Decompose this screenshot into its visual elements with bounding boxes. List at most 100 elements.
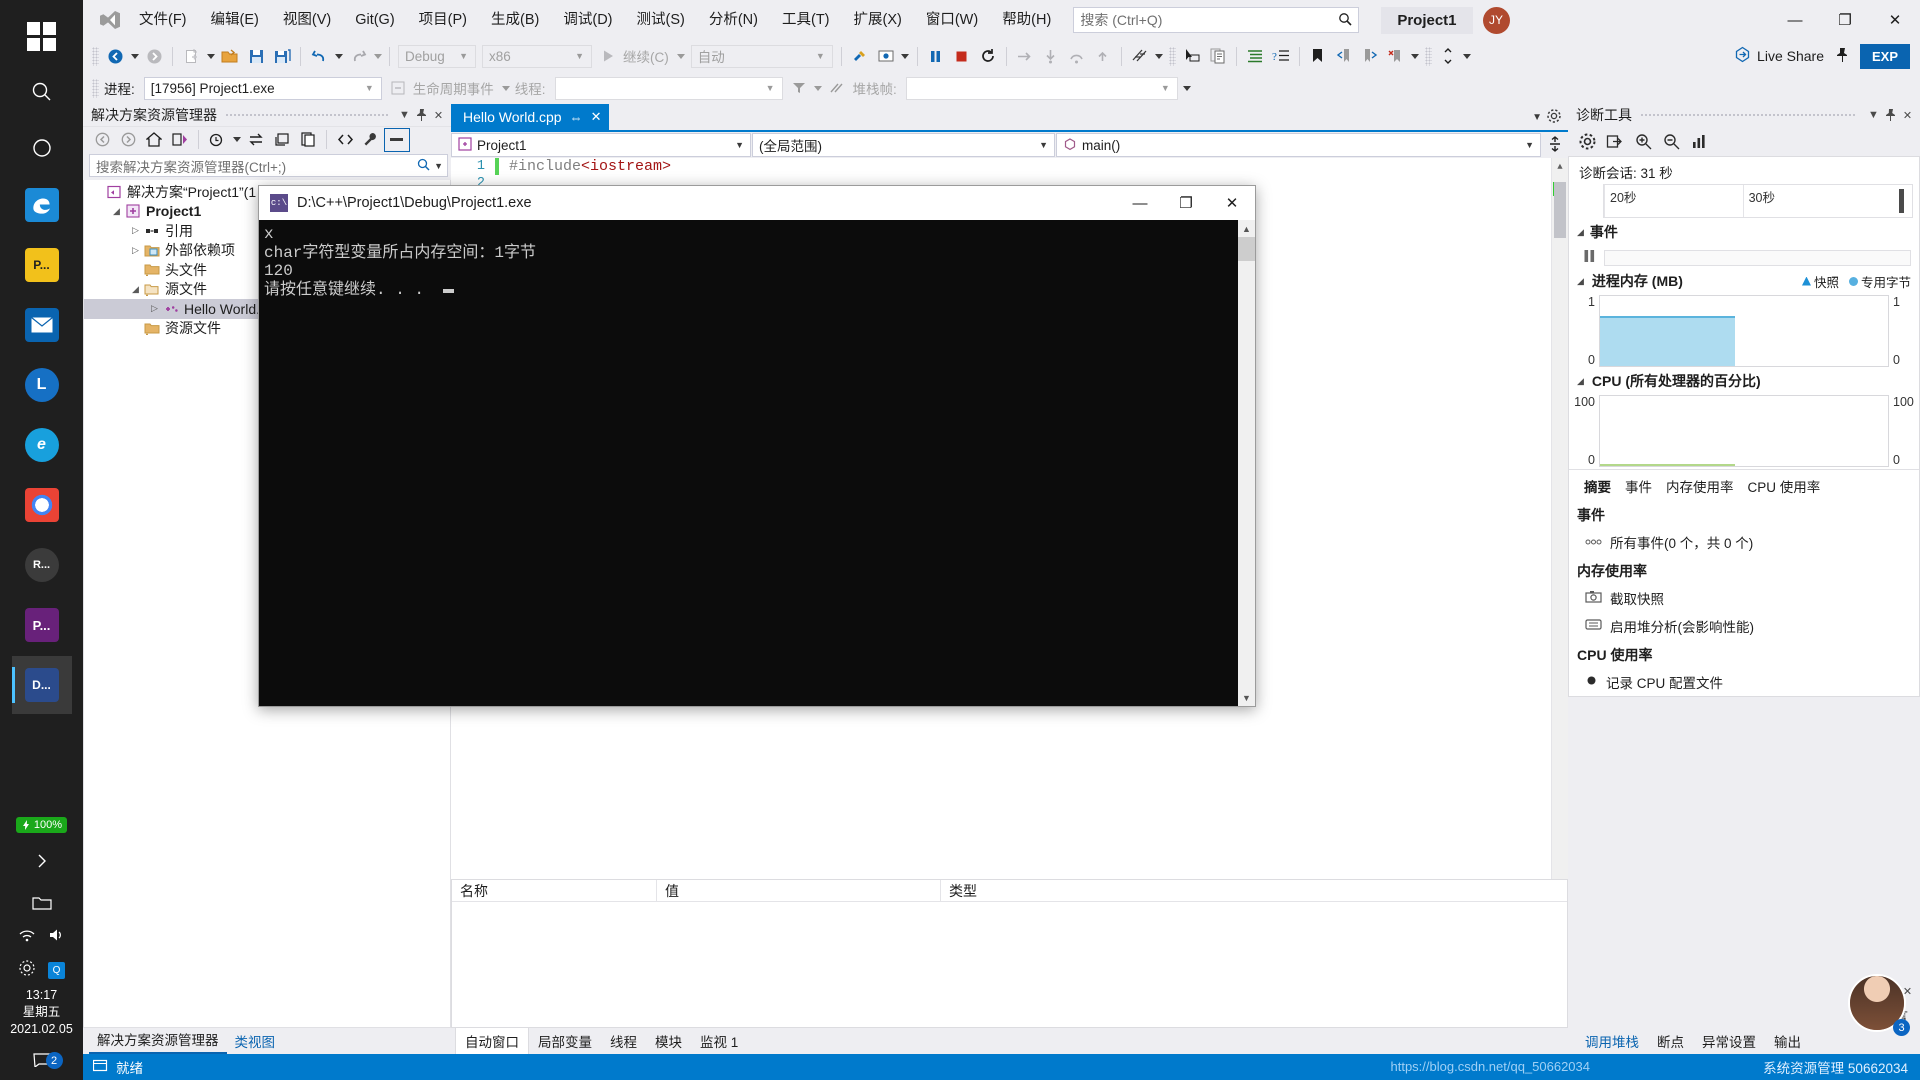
expand-collapse-icon[interactable] [1435,44,1461,68]
toolbar-grip[interactable] [1168,46,1176,66]
wifi-icon[interactable] [18,928,36,946]
chevron-right-icon[interactable] [14,833,70,889]
menu-item-extensions[interactable]: 扩展(X) [842,0,914,40]
tree-expander-icon[interactable]: ▷ [147,303,162,314]
tree-expander-icon[interactable]: ◢ [128,284,143,295]
tab-autos[interactable]: 自动窗口 [455,1027,529,1054]
search-icon[interactable] [1338,12,1352,29]
tab-locals[interactable]: 局部变量 [529,1028,601,1054]
cortana-icon[interactable] [14,120,70,176]
taskbar-app-edge[interactable] [12,176,72,234]
diff-icon[interactable] [1127,44,1153,68]
chevron-down-icon[interactable]: ▼ [1532,112,1542,123]
console-titlebar[interactable]: c:\ D:\C++\Project1\Debug\Project1.exe —… [259,186,1255,220]
tab-call-stack[interactable]: 调用堆栈 [1576,1028,1648,1054]
search-icon[interactable] [14,64,70,120]
scroll-up-arrow-icon[interactable]: ▲ [1238,220,1255,237]
diagnostics-timeline[interactable]: 20秒 30秒 [1603,184,1913,218]
onedrive-icon[interactable]: Q [48,961,65,979]
save-all-icon[interactable] [269,44,295,68]
step-into-icon[interactable] [1038,44,1064,68]
gear-icon[interactable] [1546,108,1562,127]
tab-modules[interactable]: 模块 [646,1028,691,1054]
collapse-all-icon[interactable] [269,128,295,152]
tree-expander-icon[interactable]: ◢ [109,206,124,217]
debug-target-combo[interactable]: 自动 ▼ [690,44,833,68]
filter-threads-icon[interactable] [786,76,812,100]
toolbar-overflow-icon[interactable] [1181,76,1194,100]
pending-changes-icon[interactable] [204,128,230,152]
clear-bookmarks-icon[interactable] [1383,44,1409,68]
menu-item-file[interactable]: 文件(F) [127,0,199,40]
menu-item-git[interactable]: Git(G) [343,0,406,40]
pane-drag-dots[interactable] [1640,104,1857,126]
show-all-files-icon[interactable] [384,127,410,152]
diff-dropdown-icon[interactable] [1153,44,1166,68]
navigate-back-icon[interactable] [102,44,128,68]
taskbar-app-pycharm[interactable]: P... [12,236,72,294]
split-editor-icon[interactable] [1542,132,1568,156]
tree-expander-icon[interactable]: ▷ [128,245,143,256]
close-button[interactable]: ✕ [1870,0,1920,40]
preview-dropdown-icon[interactable] [899,44,912,68]
lifecycle-events-icon[interactable] [385,76,411,100]
forward-icon[interactable] [115,128,141,152]
new-project-dropdown-icon[interactable] [204,44,217,68]
flatten-frames-icon[interactable] [825,76,851,100]
tab-class-view[interactable]: 类视图 [227,1028,284,1054]
console-scrollbar-thumb[interactable] [1238,237,1255,261]
previous-bookmark-icon[interactable] [1331,44,1357,68]
cpu-section-header[interactable]: ◢ CPU (所有处理器的百分比) [1569,369,1919,393]
zoom-in-icon[interactable] [1630,129,1656,153]
tab-output[interactable]: 输出 [1765,1028,1810,1054]
filter-dropdown-icon[interactable] [812,76,825,100]
pane-drag-dots[interactable] [225,104,388,126]
preview-icon[interactable] [873,44,899,68]
undo-dropdown-icon[interactable] [332,44,345,68]
menu-item-analyze[interactable]: 分析(N) [697,0,770,40]
toolbar-grip[interactable] [92,78,99,98]
menu-item-help[interactable]: 帮助(H) [990,0,1063,40]
tab-watch-1[interactable]: 监视 1 [691,1028,747,1054]
tab-breakpoints[interactable]: 断点 [1648,1028,1693,1054]
solution-explorer-search-input[interactable]: 搜索解决方案资源管理器(Ctrl+;) ▼ [89,154,448,177]
pin-icon[interactable]: ⇔ [570,110,583,125]
restart-icon[interactable] [975,44,1001,68]
action-center-icon[interactable]: 2 [14,1044,70,1074]
chevron-down-icon[interactable]: ▼ [1865,105,1882,125]
chevron-down-icon[interactable]: ▼ [430,161,443,171]
console-maximize-button[interactable]: ❐ [1163,186,1209,220]
menu-item-edit[interactable]: 编辑(E) [199,0,271,40]
stackframe-combo[interactable]: ▼ [905,76,1178,100]
scroll-up-arrow-icon[interactable]: ▲ [1552,158,1568,175]
search-icon[interactable] [417,158,430,174]
scrollbar-thumb[interactable] [1554,182,1566,238]
pin-icon[interactable] [413,105,430,125]
minimize-button[interactable]: — [1770,0,1820,40]
taskbar-app-lync[interactable]: L [12,356,72,414]
toolbar-grip[interactable] [92,46,99,66]
taskbar-app-ie[interactable]: e [12,416,72,474]
console-scroll-track[interactable] [1238,261,1255,689]
quick-search-input[interactable]: 搜索 (Ctrl+Q) [1073,7,1360,33]
autos-grid[interactable]: 名称 值 类型 [451,879,1568,1028]
process-combo[interactable]: [17956] Project1.exe ▼ [143,76,382,100]
show-next-statement-icon[interactable] [1012,44,1038,68]
start-button[interactable] [14,8,70,64]
save-file-icon[interactable] [243,44,269,68]
close-icon[interactable]: ✕ [430,105,447,125]
open-file-icon[interactable] [217,44,243,68]
view-code-icon[interactable] [332,128,358,152]
menu-item-build[interactable]: 生成(B) [479,0,551,40]
stop-debugging-icon[interactable] [949,44,975,68]
tab-memory-usage[interactable]: 内存使用率 [1659,474,1741,498]
open-in-new-window-icon[interactable] [1602,129,1628,153]
pin-toolbar-icon[interactable] [1834,47,1850,66]
continue-dropdown-icon[interactable] [675,44,688,68]
volume-icon[interactable] [48,927,66,947]
expand-dropdown-icon[interactable] [1461,44,1474,68]
events-section-header[interactable]: ◢ 事件 [1569,218,1919,246]
menu-item-window[interactable]: 窗口(W) [914,0,990,40]
quick-actions-icon[interactable]: ? [1268,44,1294,68]
break-all-icon[interactable] [923,44,949,68]
